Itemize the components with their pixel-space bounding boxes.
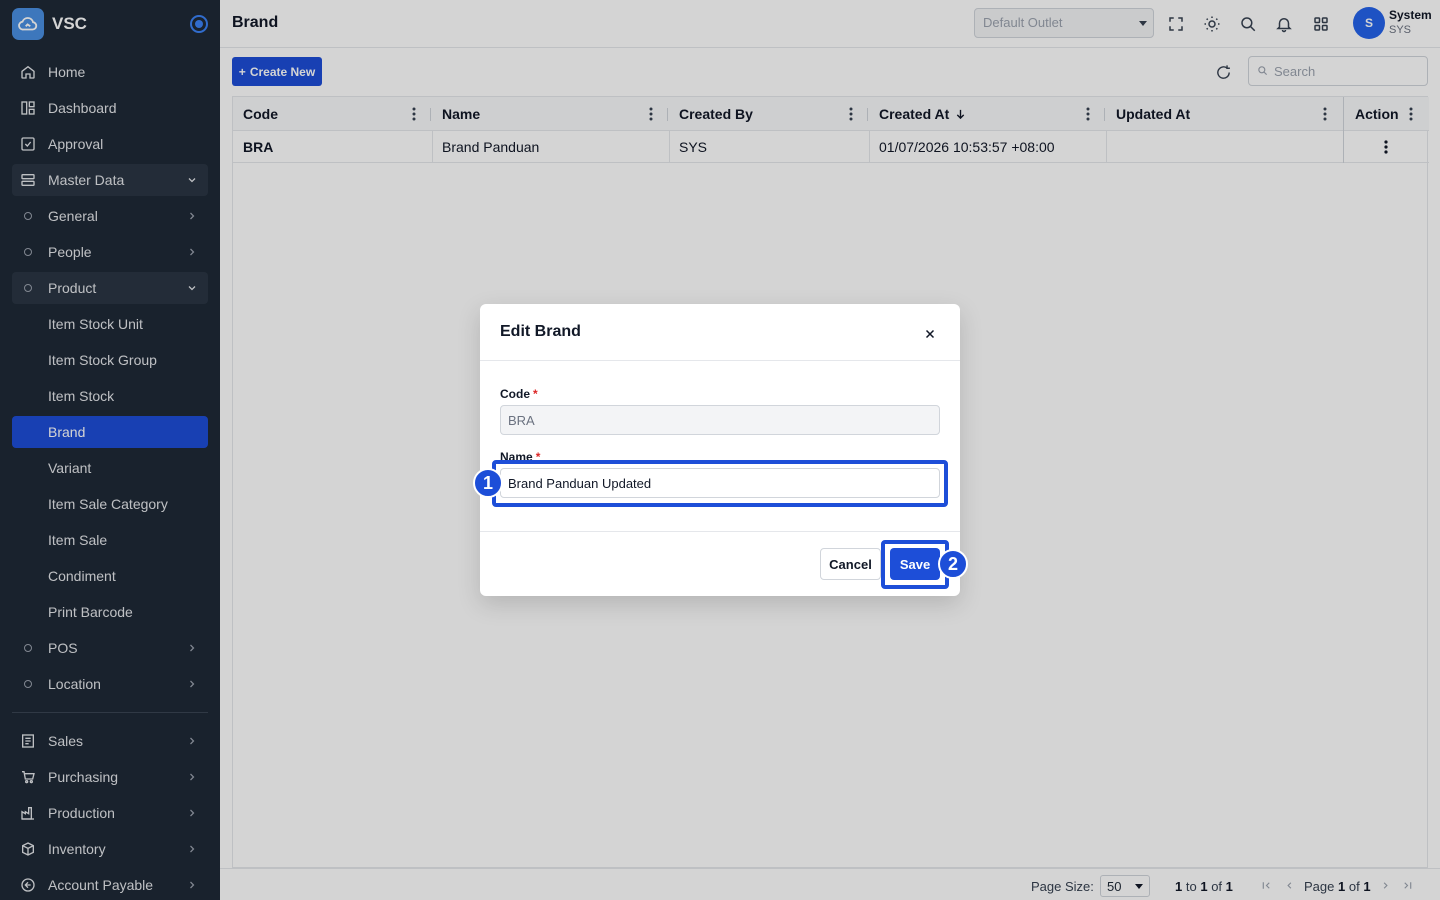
required-asterisk: *: [533, 387, 538, 401]
dialog-header-divider: [480, 360, 960, 361]
dialog-footer-divider: [480, 531, 960, 532]
edit-brand-dialog: Edit Brand Code* Name* 1 Cancel Save 2: [473, 304, 968, 596]
save-button[interactable]: Save: [890, 548, 940, 580]
step-badge-2: 2: [938, 549, 968, 579]
code-field-label: Code *: [500, 387, 538, 401]
dialog-title: Edit Brand: [500, 323, 581, 340]
step-badge-1: 1: [473, 468, 503, 498]
cancel-button[interactable]: Cancel: [820, 548, 881, 580]
name-field[interactable]: [500, 468, 940, 498]
code-label-text: Code: [500, 387, 530, 401]
code-field: [500, 405, 940, 435]
close-icon[interactable]: [920, 324, 940, 344]
